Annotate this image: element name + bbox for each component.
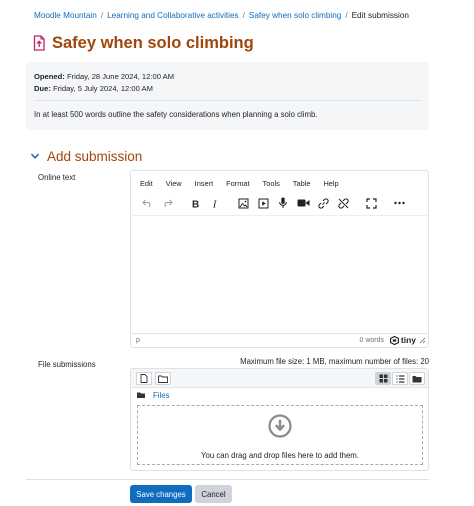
page-title: Safey when solo climbing [52, 33, 254, 52]
assignment-intro: In at least 500 words outline the safety… [34, 110, 318, 119]
file-dropzone[interactable]: You can drag and drop files here to add … [137, 405, 423, 465]
italic-icon[interactable]: I [207, 196, 223, 210]
breadcrumb-separator: / [345, 11, 348, 20]
breadcrumb-link-assignment[interactable]: Safey when solo climbing [249, 11, 341, 20]
menu-help[interactable]: Help [321, 178, 340, 189]
redo-icon[interactable] [159, 196, 175, 210]
menu-table[interactable]: Table [291, 178, 313, 189]
due-label: Due: [34, 84, 51, 93]
grid-icon [379, 374, 387, 383]
activity-dates-box: Opened: Friday, 28 June 2024, 12:00 AM D… [26, 62, 429, 130]
breadcrumb-link-course[interactable]: Moodle Mountain [34, 11, 97, 20]
image-icon[interactable] [235, 196, 251, 210]
due-date: Due: Friday, 5 July 2024, 12:00 AM [34, 83, 174, 95]
page-header: Safey when solo climbing [33, 33, 254, 53]
file-manager: Files You can drag and drop files here t… [130, 368, 429, 471]
opened-value: Friday, 28 June 2024, 12:00 AM [66, 72, 175, 81]
list-icon [396, 374, 404, 383]
breadcrumb-separator: / [242, 11, 245, 20]
file-manager-toolbar [131, 369, 428, 388]
files-root-link[interactable]: Files [153, 391, 169, 400]
view-tree-button[interactable] [409, 372, 425, 385]
folder-tree-icon [412, 375, 422, 382]
bold-icon[interactable]: B [187, 196, 203, 210]
breadcrumb-current: Edit submission [351, 11, 409, 20]
breadcrumb: Moodle Mountain / Learning and Collaborati… [34, 11, 409, 20]
record-audio-icon[interactable] [275, 196, 291, 210]
editor-menubar: Edit View Insert Format Tools Table Help [138, 178, 350, 189]
view-details-button[interactable] [392, 372, 408, 385]
menu-edit[interactable]: Edit [138, 178, 155, 189]
download-arrow-icon [268, 414, 292, 443]
link-icon[interactable] [315, 196, 331, 210]
divider [26, 479, 429, 480]
record-video-icon[interactable] [295, 196, 311, 210]
resize-handle-icon[interactable] [419, 337, 426, 346]
add-submission-header[interactable]: Add submission [30, 147, 142, 165]
file-path-bar: Files [137, 389, 169, 401]
activity-dates: Opened: Friday, 28 June 2024, 12:00 AM D… [34, 71, 174, 95]
file-submissions-label: File submissions [38, 360, 96, 369]
add-file-button[interactable] [136, 372, 152, 385]
section-title: Add submission [47, 148, 143, 164]
view-icons-button[interactable] [375, 372, 391, 385]
editor-statusbar: p 0 words tiny [131, 333, 428, 347]
save-changes-button[interactable]: Save changes [130, 485, 192, 503]
rich-text-editor: Edit View Insert Format Tools Table Help… [130, 170, 429, 348]
menu-view[interactable]: View [164, 178, 184, 189]
unlink-icon[interactable] [335, 196, 351, 210]
folder-icon [158, 375, 168, 383]
breadcrumb-separator: / [100, 11, 104, 20]
folder-icon [137, 392, 145, 398]
editor-toolbar: B I [139, 196, 411, 210]
chevron-down-icon[interactable] [30, 151, 40, 161]
tiny-brand-text: tiny [400, 335, 416, 345]
more-icon[interactable] [391, 196, 407, 210]
breadcrumb-link-section[interactable]: Learning and Collaborative activities [107, 11, 239, 20]
dropzone-text: You can drag and drop files here to add … [201, 451, 359, 460]
opened-date: Opened: Friday, 28 June 2024, 12:00 AM [34, 71, 174, 83]
editor-content-area[interactable] [132, 215, 427, 333]
undo-icon[interactable] [139, 196, 155, 210]
tiny-icon [389, 335, 399, 345]
max-file-size-info: Maximum file size: 1 MB, maximum number … [240, 357, 429, 366]
svg-text:I: I [212, 199, 217, 209]
divider [34, 100, 421, 101]
tiny-logo[interactable]: tiny [389, 335, 416, 345]
due-value: Friday, 5 July 2024, 12:00 AM [53, 84, 153, 93]
fullscreen-icon[interactable] [363, 196, 379, 210]
menu-insert[interactable]: Insert [193, 178, 215, 189]
media-icon[interactable] [255, 196, 271, 210]
file-icon [140, 374, 148, 383]
opened-label: Opened: [34, 72, 65, 81]
menu-format[interactable]: Format [224, 178, 251, 189]
svg-text:B: B [192, 199, 199, 209]
element-path[interactable]: p [136, 337, 140, 344]
create-folder-button[interactable] [155, 372, 171, 385]
word-count[interactable]: 0 words [359, 337, 384, 344]
assignment-icon [33, 35, 46, 52]
cancel-button[interactable]: Cancel [195, 485, 232, 503]
online-text-label: Online text [38, 173, 76, 182]
menu-tools[interactable]: Tools [261, 178, 282, 189]
